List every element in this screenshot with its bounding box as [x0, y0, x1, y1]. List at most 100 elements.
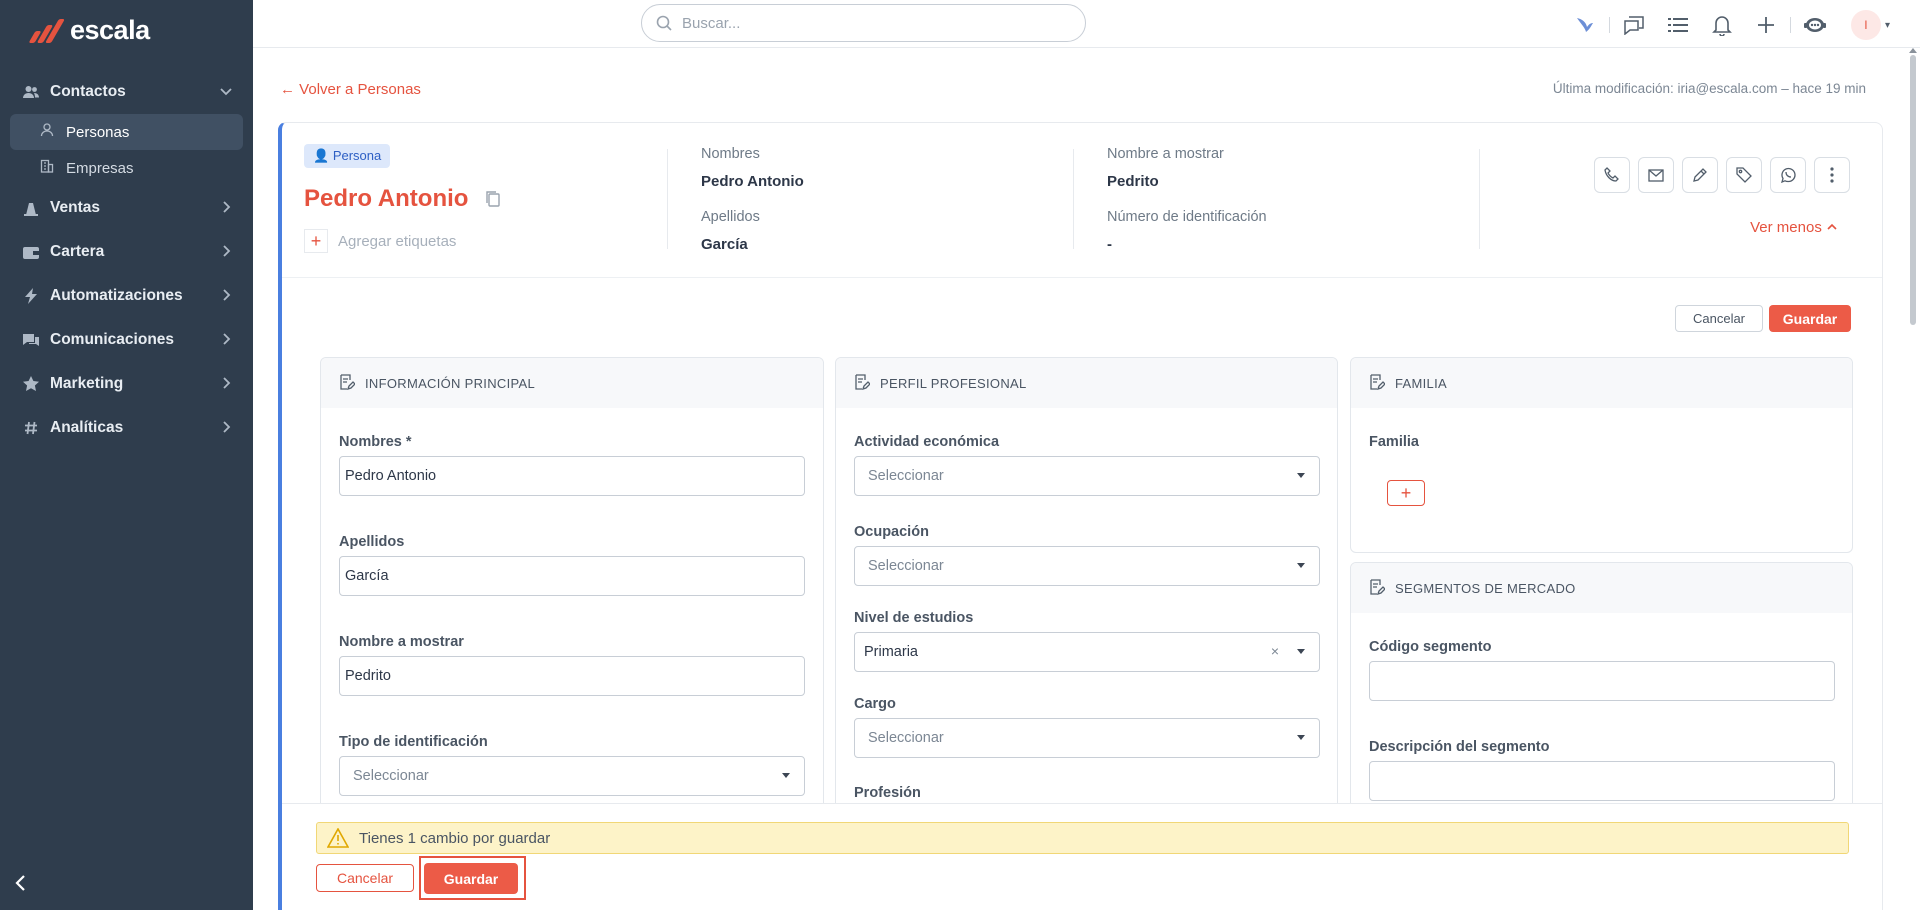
scale-icon [22, 200, 40, 216]
divider [1073, 149, 1074, 249]
wallet-icon [22, 244, 40, 260]
nombres-label: Nombres [701, 146, 760, 162]
edit-pencil-icon[interactable] [1682, 157, 1718, 193]
nombres-field[interactable]: Pedro Antonio [339, 456, 805, 496]
building-icon [40, 159, 56, 177]
identificacion-value: - [1107, 236, 1112, 253]
plus-icon: + [1400, 482, 1412, 503]
scroll-up-arrow-icon[interactable] [1909, 48, 1917, 53]
search-placeholder: Buscar... [682, 14, 741, 32]
select-placeholder: Seleccionar [868, 558, 944, 574]
sidebar-item-contactos[interactable]: Contactos [0, 70, 253, 114]
identificacion-label: Número de identificación [1107, 209, 1267, 225]
cancel-button-footer[interactable]: Cancelar [316, 864, 414, 892]
person-icon: 👤 [313, 148, 330, 163]
person-card: 👤 Persona Pedro Antonio + Agregar etique… [278, 122, 1883, 910]
search-input[interactable]: Buscar... [641, 4, 1086, 42]
task-list-icon[interactable] [1656, 11, 1700, 39]
codigo-segmento-field[interactable] [1369, 661, 1835, 701]
sidebar-subitem-personas[interactable]: Personas [10, 114, 243, 150]
add-family-button[interactable]: + [1387, 480, 1425, 506]
nombre-mostrar-field[interactable]: Pedrito [339, 656, 805, 696]
section-title: SEGMENTOS DE MERCADO [1395, 580, 1576, 596]
user-avatar[interactable]: I [1850, 10, 1881, 40]
edit-note-icon [339, 373, 356, 393]
clear-selection-icon[interactable]: × [1271, 643, 1279, 659]
cancel-button-top[interactable]: Cancelar [1675, 305, 1763, 332]
chevron-right-icon [219, 200, 233, 219]
messages-icon[interactable] [1612, 11, 1656, 39]
star-icon [22, 376, 40, 392]
sidebar-item-marketing[interactable]: Marketing [0, 362, 253, 406]
ocupacion-label: Ocupación [854, 524, 929, 540]
back-to-personas-link[interactable]: ← Volver a Personas [280, 81, 421, 98]
chevron-down-icon[interactable]: ▾ [1885, 20, 1890, 31]
badge-label: Persona [332, 148, 382, 163]
codigo-segmento-label: Código segmento [1369, 639, 1492, 655]
familia-label: Familia [1369, 434, 1419, 450]
dropdown-caret-icon [1297, 649, 1305, 654]
sidebar-item-ventas[interactable]: Ventas [0, 186, 253, 230]
ver-menos-toggle[interactable]: Ver menos [1750, 219, 1838, 236]
dropdown-caret-icon [1297, 735, 1305, 740]
support-chat-icon[interactable] [1793, 11, 1837, 39]
nombre-mostrar-field-label: Nombre a mostrar [339, 634, 464, 650]
divider [1789, 17, 1791, 33]
phone-icon[interactable] [1594, 157, 1630, 193]
person-name-title: Pedro Antonio [304, 185, 469, 212]
actividad-label: Actividad económica [854, 434, 1000, 450]
hash-icon [22, 420, 40, 436]
collapse-sidebar-icon[interactable] [14, 872, 28, 898]
more-options-icon[interactable] [1814, 157, 1850, 193]
escala-logo[interactable]: escala [26, 14, 150, 46]
sidebar-item-label: Marketing [50, 375, 124, 392]
cargo-select[interactable]: Seleccionar [854, 718, 1320, 758]
section-header: FAMILIA [1351, 358, 1852, 408]
tipo-identificacion-select[interactable]: Seleccionar [339, 756, 805, 796]
section-header: INFORMACIÓN PRINCIPAL [321, 358, 823, 408]
actividad-select[interactable]: Seleccionar [854, 456, 1320, 496]
tag-icon[interactable] [1726, 157, 1762, 193]
email-icon[interactable] [1638, 157, 1674, 193]
nivel-estudios-label: Nivel de estudios [854, 610, 974, 626]
back-link-label: Volver a Personas [299, 81, 421, 98]
copy-icon[interactable] [485, 190, 501, 212]
profesion-label: Profesión [854, 785, 921, 801]
whatsapp-icon[interactable] [1770, 157, 1806, 193]
add-tags-button[interactable]: + Agregar etiquetas [304, 229, 456, 253]
chat-icon [22, 332, 40, 348]
sidebar: escala Contactos Personas Empresas Venta… [0, 0, 253, 910]
select-placeholder: Seleccionar [353, 768, 429, 784]
nivel-estudios-select[interactable]: Primaria × [854, 632, 1320, 672]
apellidos-value: García [701, 236, 748, 253]
ver-menos-label: Ver menos [1750, 219, 1822, 236]
sidebar-item-cartera[interactable]: Cartera [0, 230, 253, 274]
section-title: INFORMACIÓN PRINCIPAL [365, 375, 536, 391]
topbar-actions: I ▾ [1563, 10, 1890, 40]
sidebar-item-label: Contactos [50, 83, 126, 100]
nombre-mostrar-value: Pedrito [1107, 173, 1159, 190]
page-scrollbar[interactable] [1910, 55, 1916, 325]
apellidos-field[interactable]: García [339, 556, 805, 596]
sidebar-item-comunicaciones[interactable]: Comunicaciones [0, 318, 253, 362]
record-type-badge: 👤 Persona [304, 144, 391, 168]
ocupacion-select[interactable]: Seleccionar [854, 546, 1320, 586]
save-button-top[interactable]: Guardar [1769, 305, 1851, 332]
tipo-identificacion-label: Tipo de identificación [339, 734, 488, 750]
assistant-bird-icon[interactable] [1563, 11, 1607, 39]
logo-mark-icon [26, 17, 65, 43]
descripcion-segmento-field[interactable] [1369, 761, 1835, 801]
notifications-bell-icon[interactable] [1700, 11, 1744, 39]
logo-text: escala [70, 14, 150, 45]
bolt-icon [22, 288, 40, 304]
add-new-icon[interactable] [1744, 11, 1788, 39]
divider [1608, 17, 1610, 33]
chevron-right-icon [219, 332, 233, 351]
dropdown-caret-icon [782, 773, 790, 778]
cargo-label: Cargo [854, 696, 896, 712]
sidebar-item-analiticas[interactable]: Analíticas [0, 406, 253, 450]
chevron-right-icon [219, 244, 233, 263]
sidebar-item-automatizaciones[interactable]: Automatizaciones [0, 274, 253, 318]
sidebar-subitem-empresas[interactable]: Empresas [10, 150, 243, 186]
warning-icon [327, 828, 349, 848]
